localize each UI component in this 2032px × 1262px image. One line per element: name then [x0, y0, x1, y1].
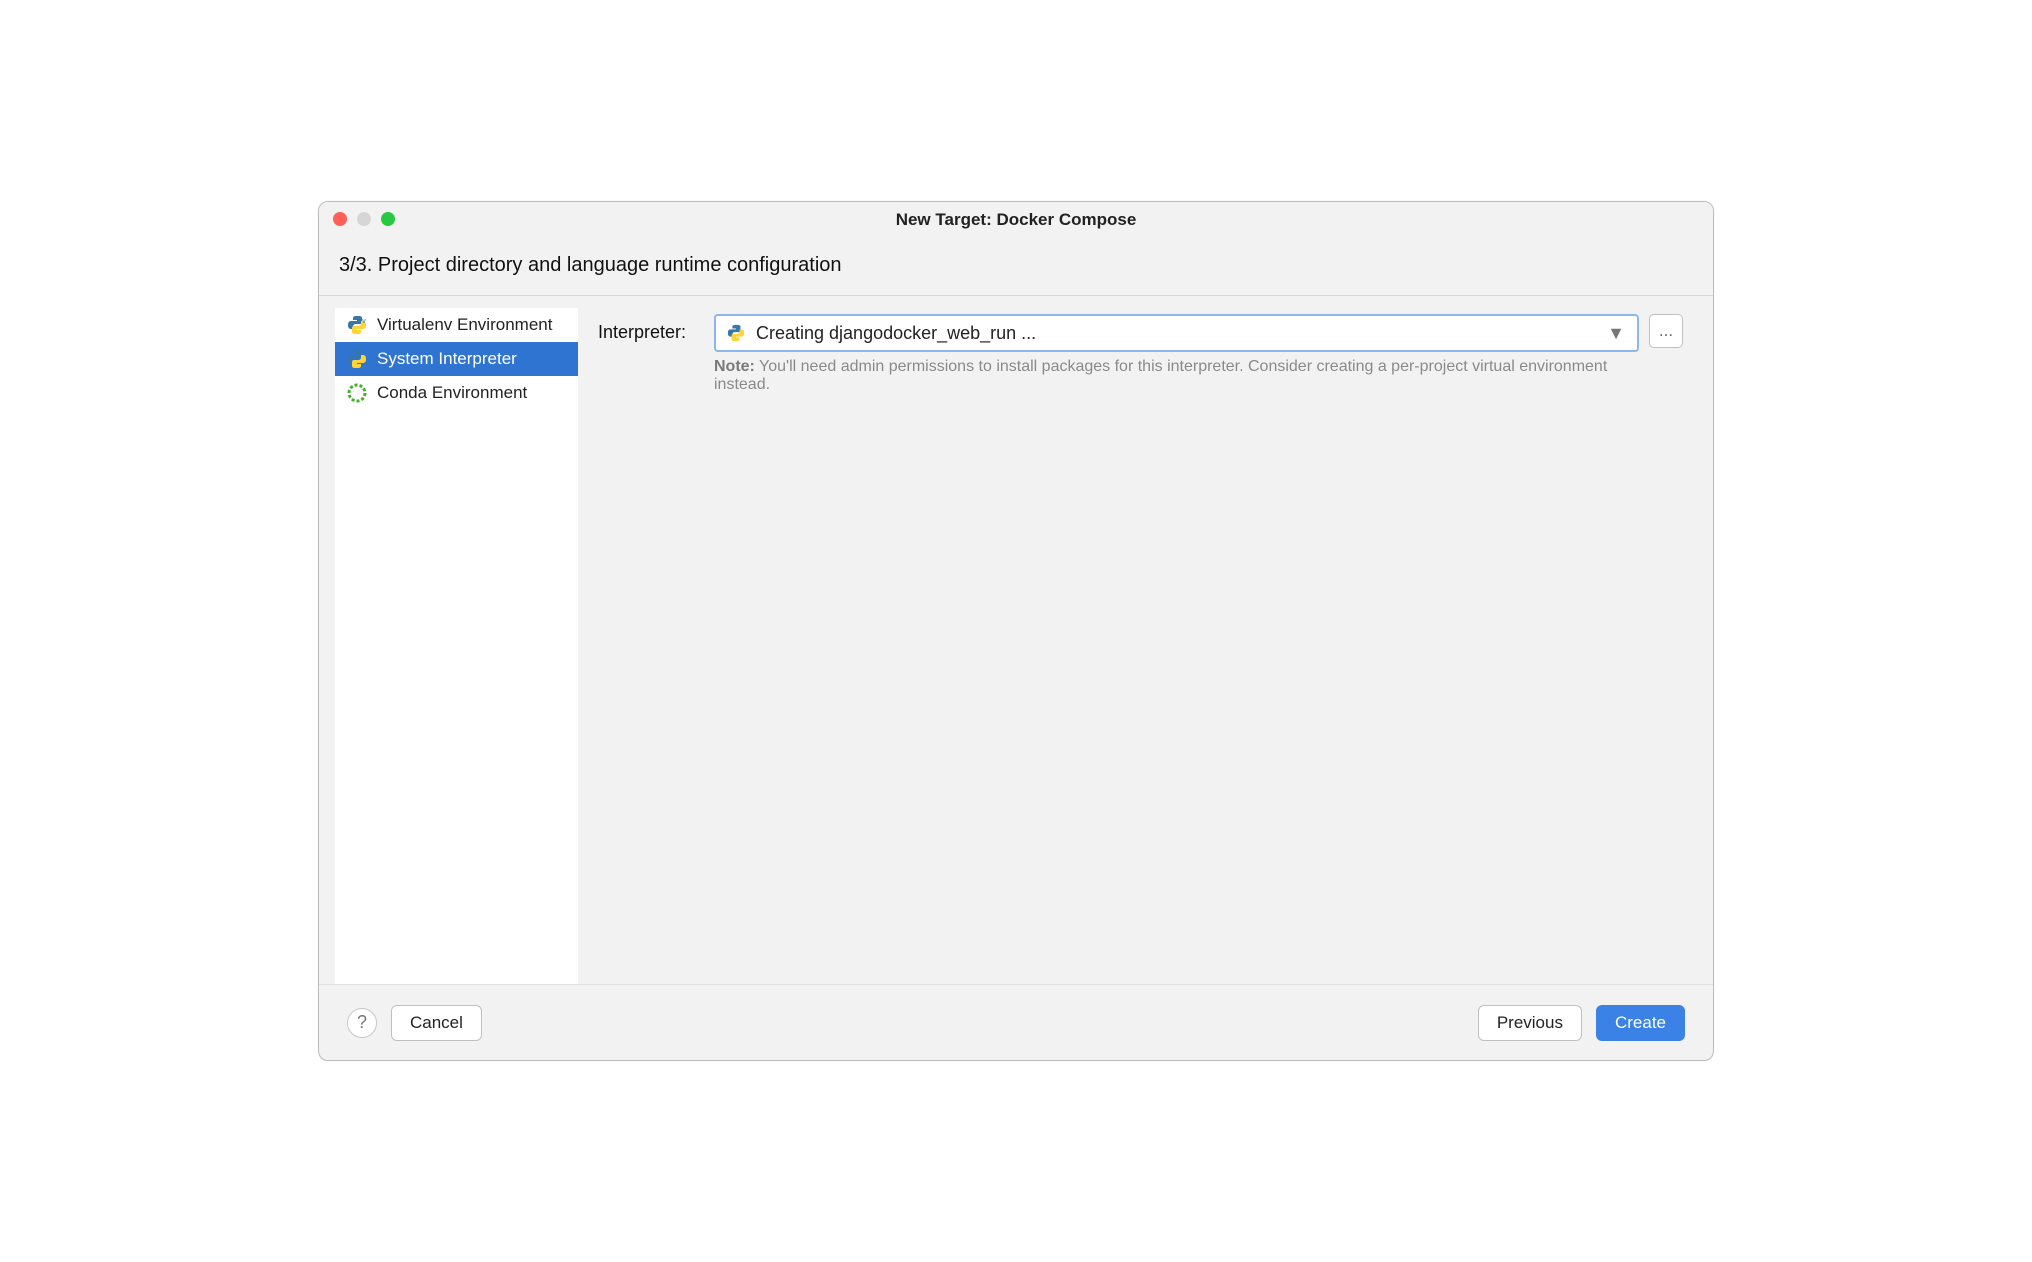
zoom-icon[interactable]	[381, 212, 395, 226]
previous-button[interactable]: Previous	[1478, 1005, 1582, 1041]
conda-icon	[347, 383, 367, 403]
step-heading: 3/3. Project directory and language runt…	[319, 238, 1713, 295]
chevron-down-icon: ▼	[1607, 323, 1625, 344]
sidebar-item-label: System Interpreter	[377, 349, 517, 369]
help-icon: ?	[357, 1012, 367, 1033]
titlebar: New Target: Docker Compose	[319, 202, 1713, 238]
note-prefix: Note:	[714, 358, 755, 375]
interpreter-combobox[interactable]: Creating djangodocker_web_run ... ▼	[714, 314, 1639, 352]
sidebar-item-conda[interactable]: Conda Environment	[335, 376, 578, 410]
footer: ? Cancel Previous Create	[319, 984, 1713, 1060]
python-venv-icon: v	[347, 315, 367, 335]
cancel-button[interactable]: Cancel	[391, 1005, 482, 1041]
python-icon	[726, 323, 746, 343]
dialog-window: New Target: Docker Compose 3/3. Project …	[318, 201, 1714, 1061]
browse-button[interactable]: ...	[1649, 314, 1683, 348]
python-sys-icon	[347, 349, 367, 369]
create-button[interactable]: Create	[1596, 1005, 1685, 1041]
svg-text:v: v	[362, 318, 366, 325]
minimize-icon[interactable]	[357, 212, 371, 226]
interpreter-value: Creating djangodocker_web_run ...	[756, 323, 1036, 344]
sidebar-item-system-interpreter[interactable]: System Interpreter	[335, 342, 578, 376]
sidebar-item-label: Virtualenv Environment	[377, 315, 552, 335]
note-text: You'll need admin permissions to install…	[714, 358, 1607, 393]
dialog-body: v Virtualenv Environment System Interpre…	[319, 296, 1713, 984]
close-icon[interactable]	[333, 212, 347, 226]
sidebar-item-label: Conda Environment	[377, 383, 527, 403]
env-type-sidebar: v Virtualenv Environment System Interpre…	[319, 296, 578, 984]
window-controls	[333, 212, 395, 226]
interpreter-label: Interpreter:	[598, 314, 700, 343]
help-button[interactable]: ?	[347, 1008, 377, 1038]
main-panel: Interpreter: Creating djangodocker_web_r…	[578, 296, 1713, 984]
interpreter-note: Note: You'll need admin permissions to i…	[714, 358, 1639, 394]
window-title: New Target: Docker Compose	[896, 210, 1137, 230]
browse-label: ...	[1659, 321, 1673, 341]
sidebar-item-virtualenv[interactable]: v Virtualenv Environment	[335, 308, 578, 342]
